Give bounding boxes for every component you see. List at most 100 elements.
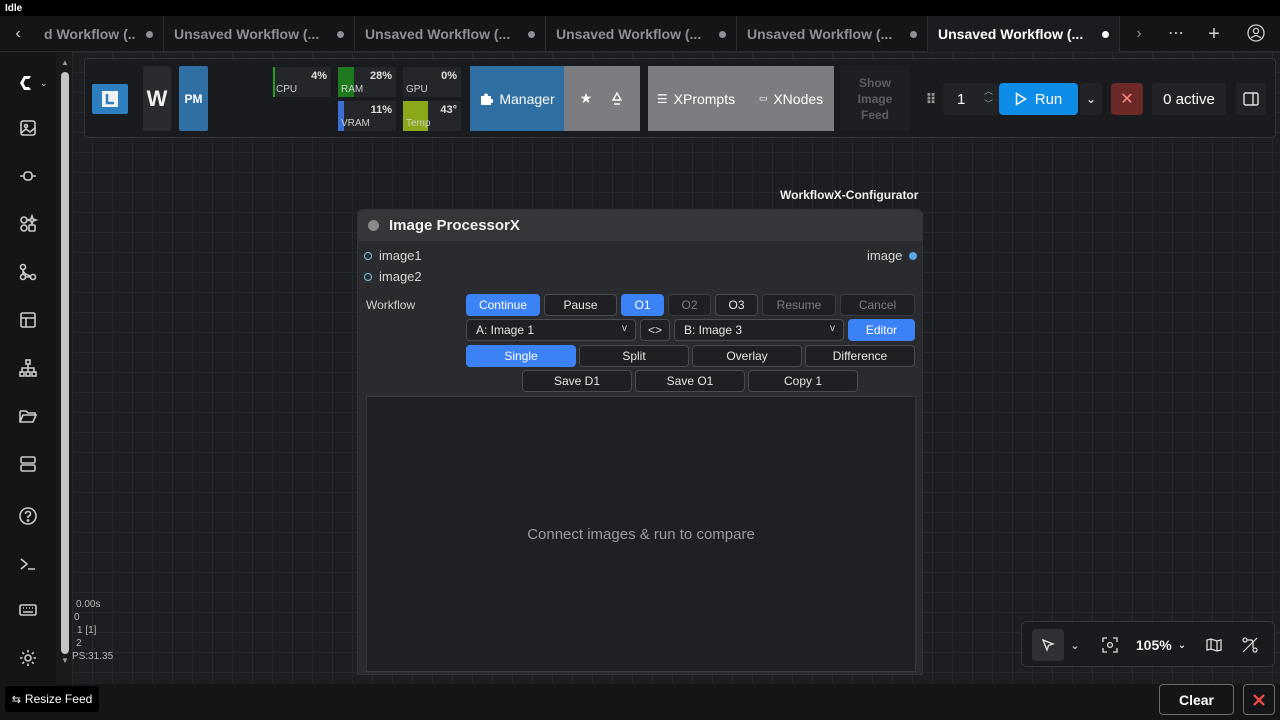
w-button[interactable]: W xyxy=(143,66,171,131)
resize-feed-label: Resize Feed xyxy=(24,692,93,706)
unsaved-dot-icon xyxy=(337,30,344,38)
user-icon[interactable] xyxy=(1244,24,1268,44)
render-stats: 0.00s 0 1 [1] 2 PS:31.35 xyxy=(72,598,113,663)
select-tool-pointer-icon[interactable] xyxy=(1032,629,1064,661)
chevron-left-icon[interactable]: ‹ xyxy=(6,24,30,44)
xprompts-button[interactable]: ☰ XPrompts xyxy=(648,66,744,131)
editor-button[interactable]: Editor xyxy=(848,319,915,341)
manager-button[interactable]: Manager xyxy=(470,66,564,131)
resume-button[interactable]: Resume xyxy=(762,294,836,316)
unsaved-dot-icon xyxy=(1102,30,1109,38)
fit-view-icon[interactable] xyxy=(1100,634,1120,656)
stat-line-4: 2 xyxy=(76,638,82,649)
new-tab-plus-icon[interactable]: + xyxy=(1202,24,1226,44)
vram-value: 11% xyxy=(370,104,392,116)
star-icon[interactable]: ★ xyxy=(580,90,593,107)
ram-label: RAM xyxy=(341,84,364,95)
queue-count-value: 1 xyxy=(957,90,966,108)
tab-workflow-5[interactable]: Unsaved Workflow (... xyxy=(737,16,928,52)
scroll-down-icon[interactable]: ▼ xyxy=(60,656,70,666)
terminal-icon[interactable] xyxy=(16,552,40,576)
app-logo-icon[interactable]: ⌄ xyxy=(16,70,50,96)
hierarchy-icon[interactable] xyxy=(16,356,40,380)
scroll-up-icon[interactable]: ▲ xyxy=(60,58,70,68)
x-tools-group: ☰ XPrompts ▭ XNodes xyxy=(648,66,834,131)
run-button[interactable]: Run xyxy=(999,83,1078,115)
chevron-down-icon: ⌄ xyxy=(40,77,48,88)
xnodes-label: XNodes xyxy=(773,90,824,107)
node-title-bar[interactable]: Image ProcessorX xyxy=(358,210,922,241)
o2-button[interactable]: O2 xyxy=(668,294,711,316)
pm-button[interactable]: PM xyxy=(179,66,208,131)
tab-workflow-1[interactable]: d Workflow (... xyxy=(34,16,164,52)
stepper-icon[interactable]: ︿ ﹀ xyxy=(984,85,993,111)
vertical-scrollbar[interactable]: ▲ ▼ xyxy=(58,58,72,670)
drag-handle-icon[interactable]: ⠿ xyxy=(925,84,937,114)
queue-panels-icon[interactable] xyxy=(16,452,40,476)
hide-links-icon[interactable] xyxy=(1240,634,1260,656)
continue-button[interactable]: Continue xyxy=(466,294,540,316)
swap-button[interactable]: <> xyxy=(640,319,670,341)
keyboard-icon[interactable] xyxy=(16,598,40,622)
collapse-dot-icon[interactable] xyxy=(368,220,379,231)
xnodes-button[interactable]: ▭ XNodes xyxy=(748,66,834,131)
close-feed-button[interactable] xyxy=(1243,684,1275,715)
unsaved-dot-icon xyxy=(719,30,726,38)
show-image-feed-button[interactable]: Show Image Feed xyxy=(840,66,910,131)
active-queue-button[interactable]: 0 active xyxy=(1152,83,1226,115)
models-icon[interactable] xyxy=(16,164,40,188)
run-options-chevron-icon[interactable]: ⌄ xyxy=(1080,83,1102,115)
box-icon: ▭ xyxy=(758,93,768,103)
copy-1-button[interactable]: Copy 1 xyxy=(748,370,858,392)
mode-difference-button[interactable]: Difference xyxy=(805,345,915,367)
tool-chevron-down-icon[interactable]: ⌄ xyxy=(1068,629,1082,661)
zoom-level-dropdown[interactable]: 105% ⌄ xyxy=(1130,634,1192,656)
save-d1-button[interactable]: Save D1 xyxy=(522,370,632,392)
tab-label: Unsaved Workflow (... xyxy=(365,26,511,42)
queue-count-input[interactable]: 1 ︿ ﹀ xyxy=(943,83,998,115)
tab-label: d Workflow (... xyxy=(44,26,136,42)
o3-button[interactable]: O3 xyxy=(715,294,758,316)
image-preview-area[interactable]: Connect images & run to compare xyxy=(366,396,916,672)
tab-label: Unsaved Workflow (... xyxy=(747,26,893,42)
templates-icon[interactable] xyxy=(16,308,40,332)
folder-open-icon[interactable] xyxy=(16,404,40,428)
settings-gear-icon[interactable] xyxy=(16,646,40,670)
gpu-metric: 0% GPU xyxy=(403,67,461,97)
more-icon[interactable]: ⋯ xyxy=(1164,24,1188,44)
mode-single-button[interactable]: Single xyxy=(466,345,576,367)
tab-workflow-active[interactable]: Unsaved Workflow (... xyxy=(928,16,1120,52)
mode-split-button[interactable]: Split xyxy=(579,345,689,367)
nodes-library-icon[interactable] xyxy=(16,212,40,236)
tab-workflow-4[interactable]: Unsaved Workflow (... xyxy=(546,16,737,52)
select-b-dropdown[interactable]: B: Image 3 v xyxy=(674,319,844,341)
recycle-icon[interactable] xyxy=(610,91,624,106)
pause-button[interactable]: Pause xyxy=(544,294,617,316)
help-icon[interactable] xyxy=(16,504,40,528)
l-button[interactable] xyxy=(92,84,128,114)
input-image2-label: image2 xyxy=(379,269,422,284)
o1-button[interactable]: O1 xyxy=(621,294,664,316)
mode-overlay-button[interactable]: Overlay xyxy=(692,345,802,367)
cancel-run-close-icon[interactable]: ✕ xyxy=(1111,83,1143,115)
chevron-down-icon: ⌄ xyxy=(1177,639,1187,651)
stat-nodes: 1 [1] xyxy=(77,625,97,636)
chevron-right-icon[interactable]: › xyxy=(1127,24,1151,44)
tab-label: Unsaved Workflow (... xyxy=(556,26,702,42)
resize-feed-button[interactable]: ⇆ Resize Feed xyxy=(5,686,99,712)
images-icon[interactable] xyxy=(16,116,40,140)
save-o1-button[interactable]: Save O1 xyxy=(635,370,745,392)
tab-workflow-2[interactable]: Unsaved Workflow (... xyxy=(164,16,355,52)
image-processorx-node[interactable]: Image ProcessorX image1 image2 image Wor… xyxy=(357,209,923,675)
clear-button[interactable]: Clear xyxy=(1159,684,1234,715)
input-port-icon[interactable] xyxy=(364,273,372,281)
toggle-panel-icon[interactable] xyxy=(1236,83,1266,115)
minimap-icon[interactable] xyxy=(1204,634,1224,656)
scrollbar-thumb[interactable] xyxy=(61,72,69,654)
cancel-button[interactable]: Cancel xyxy=(840,294,915,316)
workflows-icon[interactable] xyxy=(16,260,40,284)
input-port-icon[interactable] xyxy=(364,252,372,260)
output-port-icon[interactable] xyxy=(909,252,917,260)
select-a-dropdown[interactable]: A: Image 1 v xyxy=(466,319,636,341)
tab-workflow-3[interactable]: Unsaved Workflow (... xyxy=(355,16,546,52)
